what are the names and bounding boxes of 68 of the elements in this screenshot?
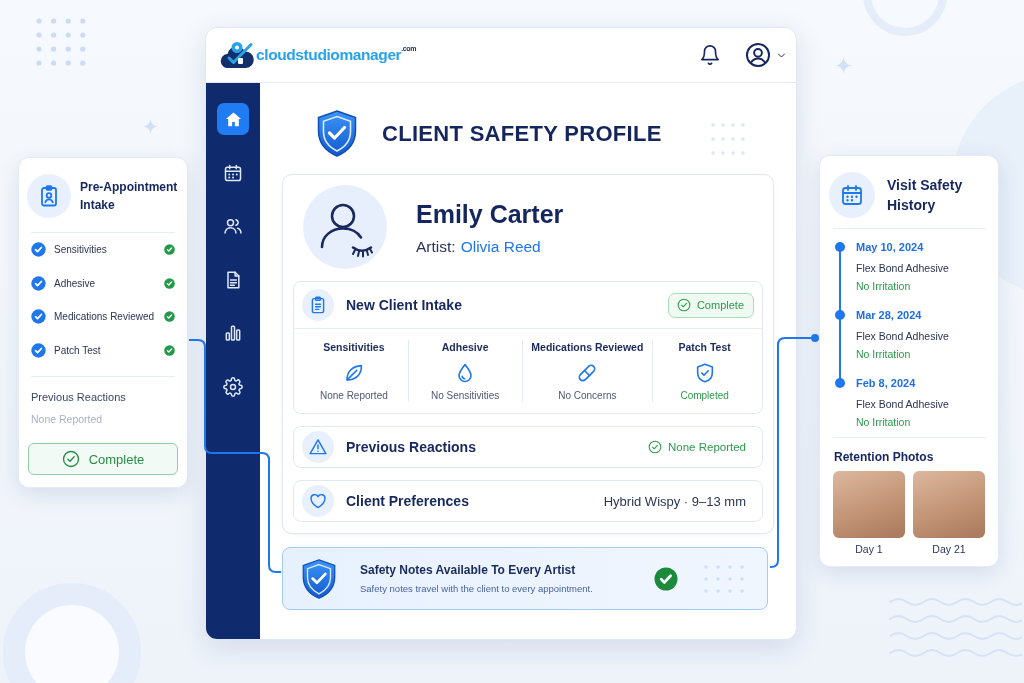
row-title: Previous Reactions (346, 439, 476, 455)
visit-date: Mar 28, 2024 (856, 308, 923, 323)
visit-date: May 10, 2024 (856, 240, 925, 255)
intake-label: Adhesive (441, 340, 489, 354)
section-label: Previous Reactions (31, 390, 127, 404)
status-label: Complete (696, 299, 744, 311)
intake-value: No Concerns (558, 389, 617, 402)
user-avatar-icon (303, 185, 387, 269)
user-avatar-icon[interactable] (745, 42, 771, 68)
visit-result: No Irritation (856, 415, 912, 430)
timeline-dot-icon (835, 310, 845, 320)
logo-wordmark[interactable]: cloudstudiomanager$^{.com}$ (256, 45, 416, 65)
checklist-label: Sensitivities (54, 244, 107, 256)
shield-check-icon (302, 557, 336, 600)
client-name: Emily Carter (416, 198, 564, 229)
checklist-label: Medications Reviewed (54, 311, 155, 323)
card-title: Visit Safety History (887, 176, 964, 215)
check-circle-icon (61, 450, 80, 468)
intake-value: Completed (680, 389, 729, 402)
check-circle-icon (676, 298, 691, 312)
dot-grid-drawing (36, 18, 86, 66)
visit-result: No Irritation (856, 279, 912, 294)
card-title: Pre-Appointment Intake (80, 179, 179, 214)
section-value: None Reported (31, 412, 104, 426)
sparkle-icon (835, 57, 852, 74)
panel-title: New Client Intake (346, 297, 462, 313)
intake-label: Sensitivities (323, 340, 385, 354)
intake-label: Medications Reviewed (531, 340, 644, 354)
intake-value: No Sensitivities (430, 389, 500, 402)
banner-title: Safety Notes Available To Every Artist (360, 562, 577, 578)
photo-caption: Day 1 (855, 542, 883, 556)
visit-date: Feb 8, 2024 (856, 376, 917, 391)
dot-grid-drawing (711, 123, 745, 155)
photo-caption: Day 21 (932, 542, 966, 556)
dot-grid-drawing (704, 564, 744, 593)
row-value: Hybrid Wispy · 9–13 mm (603, 493, 746, 509)
visit-product: Flex Bond Adhesive (856, 329, 949, 344)
timeline-dot-icon (835, 242, 845, 252)
timeline-dot-icon (835, 378, 845, 388)
row-value: None Reported (668, 441, 746, 453)
banner-text: Safety notes travel with the client to every appointment. (360, 583, 594, 595)
artist-label: Artist: (416, 236, 456, 256)
visit-result: No Irritation (856, 347, 912, 362)
checklist-label: Adhesive (54, 277, 96, 289)
nav-button[interactable] (217, 103, 249, 135)
visit-product: Flex Bond Adhesive (856, 397, 949, 412)
clipboard-icon (302, 289, 334, 321)
sparkle-icon (143, 119, 158, 134)
checklist-label: Patch Test (54, 344, 101, 356)
settings-icon (223, 376, 243, 397)
complete-button[interactable]: Complete (28, 443, 178, 475)
users-icon (223, 216, 243, 236)
calendar-icon (223, 162, 243, 183)
caret-icon[interactable] (777, 50, 786, 60)
calendar-icon (829, 172, 875, 218)
id-badge-icon (27, 174, 71, 218)
logo-icon (220, 41, 254, 69)
row-title: Client Preferences (346, 493, 469, 509)
intake-label: Patch Test (678, 340, 731, 354)
notifications-icon[interactable] (699, 44, 721, 66)
warning-icon (302, 431, 334, 463)
visit-product: Flex Bond Adhesive (856, 261, 949, 276)
section-title: Retention Photos (834, 449, 935, 465)
bar-chart-icon (223, 323, 243, 343)
shield-check-icon (317, 110, 357, 157)
page-title: CLIENT SAFETY PROFILE (382, 119, 662, 148)
intake-value: None Reported (319, 389, 388, 402)
artist-link[interactable]: Olivia Reed (460, 236, 541, 256)
